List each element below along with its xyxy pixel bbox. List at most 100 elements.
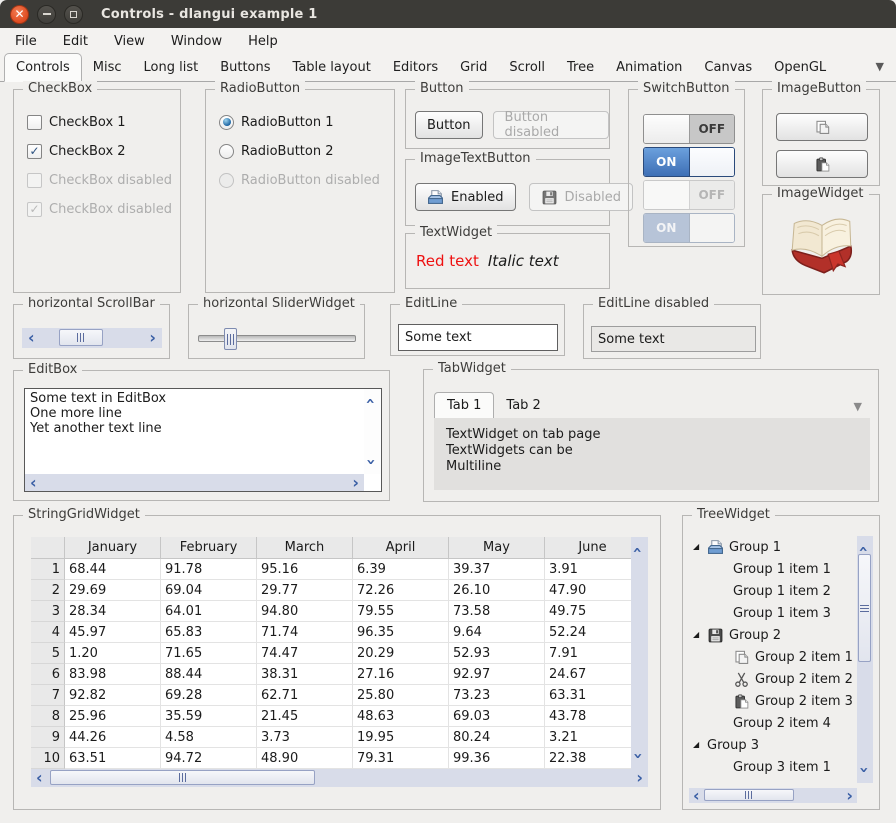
grid-cell[interactable]: 74.47 [257, 643, 353, 664]
grid-cell[interactable]: 83.98 [65, 664, 161, 685]
minimize-icon[interactable] [37, 5, 56, 24]
grid-cell[interactable]: 94.72 [161, 748, 257, 769]
scroll-right-icon[interactable]: › [636, 770, 643, 786]
grid-cell[interactable]: 69.28 [161, 685, 257, 706]
grid-cell[interactable]: 21.45 [257, 706, 353, 727]
grid-cell[interactable]: 94.80 [257, 601, 353, 622]
tree-node[interactable]: ◢ Group 2 item 4 [689, 712, 857, 734]
grid-hscrollbar[interactable]: ‹ › [31, 769, 648, 787]
main-tab[interactable]: Canvas [693, 54, 763, 81]
grid-cell[interactable]: 38.31 [257, 664, 353, 685]
grid-cell[interactable]: 3.91 [545, 559, 631, 580]
grid-cell[interactable]: 25.80 [353, 685, 449, 706]
scroll-left-icon[interactable]: ‹ [693, 788, 700, 804]
grid-cell[interactable]: 69.04 [161, 580, 257, 601]
grid-cell[interactable]: 80.24 [449, 727, 545, 748]
tree-node[interactable]: ◢ Group 3 item 1 [689, 756, 857, 778]
radio-button[interactable]: RadioButton 1 [219, 114, 380, 130]
grid-cell[interactable]: 20.29 [353, 643, 449, 664]
grid-column-header[interactable]: April [353, 537, 449, 559]
grid-column-header[interactable]: June [545, 537, 631, 559]
grid-cell[interactable]: 68.44 [65, 559, 161, 580]
scroll-left-icon[interactable]: ‹ [36, 770, 43, 786]
slider-handle[interactable] [224, 328, 237, 350]
image-text-button[interactable]: Disabled [529, 183, 633, 211]
grid-cell[interactable]: 24.67 [545, 664, 631, 685]
scroll-down-icon[interactable]: ‹ [629, 753, 645, 760]
grid-cell[interactable]: 35.59 [161, 706, 257, 727]
grid-cell[interactable]: 92.97 [449, 664, 545, 685]
grid-cell[interactable]: 65.83 [161, 622, 257, 643]
grid-cell[interactable]: 62.71 [257, 685, 353, 706]
grid-cell[interactable]: 72.26 [353, 580, 449, 601]
close-icon[interactable]: ✕ [10, 5, 29, 24]
tab-widget-overflow-icon[interactable]: ▼ [854, 400, 862, 413]
grid-cell[interactable]: 95.16 [257, 559, 353, 580]
scroll-right-icon[interactable]: › [149, 330, 156, 346]
grid-cell[interactable]: 49.75 [545, 601, 631, 622]
horizontal-scrollbar[interactable]: ‹ › [22, 328, 162, 348]
scroll-right-icon[interactable]: › [846, 788, 853, 804]
scroll-down-icon[interactable]: ‹ [855, 767, 871, 774]
grid-cell[interactable]: 63.51 [65, 748, 161, 769]
expander-icon[interactable]: ◢ [693, 741, 702, 749]
grid-cell[interactable]: 91.78 [161, 559, 257, 580]
scroll-left-icon[interactable]: ‹ [30, 475, 37, 491]
tree-vscrollbar[interactable]: ‹ ‹ [857, 536, 873, 783]
maximize-icon[interactable] [64, 5, 83, 24]
grid-cell[interactable]: 96.35 [353, 622, 449, 643]
string-grid[interactable]: JanuaryFebruaryMarchAprilMayJune 1 68.44… [31, 537, 648, 787]
grid-cell[interactable]: 22.38 [545, 748, 631, 769]
menu-item[interactable]: View [101, 30, 158, 53]
grid-cell[interactable]: 73.23 [449, 685, 545, 706]
scroll-up-icon[interactable]: ‹ [629, 547, 645, 554]
tree-node[interactable]: ◢ Group 3 item 2 [689, 778, 857, 783]
grid-cell[interactable]: 7.91 [545, 643, 631, 664]
grid-cell[interactable]: 26.10 [449, 580, 545, 601]
editline-input[interactable]: Some text [398, 324, 558, 351]
grid-cell[interactable]: 19.95 [353, 727, 449, 748]
scrollbar-thumb[interactable] [50, 770, 315, 785]
tab-overflow-arrow-icon[interactable]: ▼ [876, 60, 892, 81]
grid-cell[interactable]: 44.26 [65, 727, 161, 748]
image-button[interactable] [776, 113, 868, 141]
tree-hscrollbar[interactable]: ‹ › [689, 788, 857, 803]
tab-widget-tab[interactable]: Tab 2 [494, 393, 552, 418]
scroll-right-icon[interactable]: › [352, 475, 359, 491]
tree-node[interactable]: ◢ Group 2 item 3 [689, 690, 857, 712]
menu-item[interactable]: File [2, 30, 50, 53]
editbox[interactable]: Some text in EditBoxOne more lineYet ano… [24, 388, 382, 492]
main-tab[interactable]: Animation [605, 54, 693, 81]
scrollbar-thumb[interactable] [704, 789, 794, 801]
grid-cell[interactable]: 45.97 [65, 622, 161, 643]
switch-button[interactable]: ON [643, 213, 735, 243]
tree-node[interactable]: ◢ Group 2 item 1 [689, 646, 857, 668]
grid-column-header[interactable]: January [65, 537, 161, 559]
main-tab[interactable]: Long list [133, 54, 210, 81]
main-tab[interactable]: Tree [556, 54, 605, 81]
tree-node[interactable]: ◢ Group 3 [689, 734, 857, 756]
grid-cell[interactable]: 63.31 [545, 685, 631, 706]
main-tab[interactable]: Controls [4, 53, 82, 82]
grid-cell[interactable]: 71.74 [257, 622, 353, 643]
image-button[interactable] [776, 150, 868, 178]
grid-column-header[interactable]: February [161, 537, 257, 559]
grid-cell[interactable]: 88.44 [161, 664, 257, 685]
checkbox[interactable]: ✓ CheckBox disabled [27, 172, 172, 188]
grid-cell[interactable]: 52.93 [449, 643, 545, 664]
grid-cell[interactable]: 73.58 [449, 601, 545, 622]
grid-cell[interactable]: 6.39 [353, 559, 449, 580]
main-tab[interactable]: Buttons [209, 54, 281, 81]
expander-icon[interactable]: ◢ [693, 543, 702, 551]
scroll-left-icon[interactable]: ‹ [28, 330, 35, 346]
grid-cell[interactable]: 79.55 [353, 601, 449, 622]
main-tab[interactable]: Table layout [282, 54, 382, 81]
image-text-button[interactable]: Enabled [415, 183, 516, 211]
expander-icon[interactable]: ◢ [693, 631, 702, 639]
scroll-up-icon[interactable]: ‹ [855, 546, 871, 553]
tree-node[interactable]: ◢ Group 2 [689, 624, 857, 646]
tree-node[interactable]: ◢ Group 1 item 2 [689, 580, 857, 602]
grid-cell[interactable]: 52.24 [545, 622, 631, 643]
grid-cell[interactable]: 48.63 [353, 706, 449, 727]
editbox-vscrollbar[interactable]: ‹ ‹ [364, 389, 381, 474]
